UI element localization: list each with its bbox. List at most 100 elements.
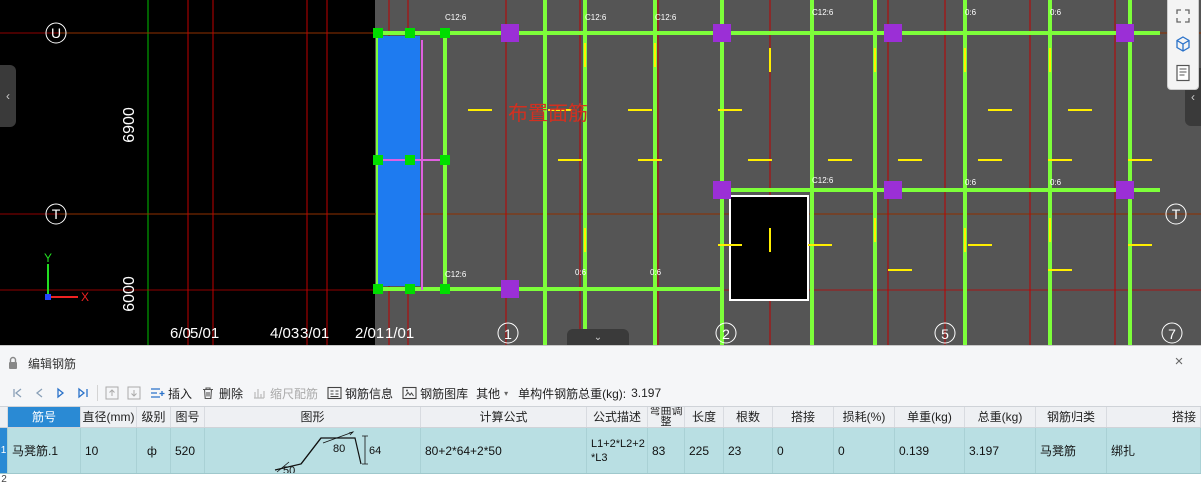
rebar-tag: 0:6 <box>575 268 587 277</box>
column-header[interactable]: 图形 <box>205 407 421 427</box>
column-header[interactable]: 搭接 <box>1107 407 1201 427</box>
rebar-info-button[interactable]: 钢筋信息 <box>322 382 397 404</box>
bottom-label: 5/01 <box>190 325 219 342</box>
properties-button[interactable] <box>1172 62 1194 84</box>
prev-record-button[interactable] <box>28 382 50 404</box>
move-down-button[interactable] <box>123 382 145 404</box>
lap-type-cell[interactable]: 绑扎 <box>1107 428 1201 473</box>
rebar-tag: 0:6 <box>1050 178 1062 187</box>
table-row[interactable]: 1 马凳筋.1 10 ф 520 80 64 50 80+2*64+2*50 L… <box>0 428 1201 474</box>
diameter-cell[interactable]: 10 <box>81 428 137 473</box>
rebar-tag: C12:6 <box>812 8 834 17</box>
column-header[interactable]: 计算公式 <box>421 407 587 427</box>
lock-icon[interactable] <box>6 356 20 370</box>
collapse-bottom-handle[interactable]: ⌄ <box>567 329 629 345</box>
count-cell[interactable]: 23 <box>724 428 773 473</box>
rebar-tag: C12:6 <box>655 13 677 22</box>
loss-cell[interactable]: 0 <box>834 428 895 473</box>
other-label: 其他 <box>476 386 501 401</box>
lap-cell[interactable]: 0 <box>773 428 834 473</box>
formula-cell[interactable]: 80+2*64+2*50 <box>421 428 587 473</box>
drawing-canvas[interactable]: C12:6 C12:6 C12:6 C12:6 C12:6 C12:6 0:6 0:6 0:6 0… <box>0 0 1201 345</box>
insert-label: 插入 <box>168 386 193 401</box>
ucs-origin <box>45 294 51 300</box>
column <box>1116 24 1134 42</box>
column-header[interactable]: 图号 <box>171 407 205 427</box>
node <box>440 155 450 165</box>
chevron-down-icon: ▾ <box>504 388 509 398</box>
bottom-label: 4/03 <box>270 325 299 342</box>
node <box>373 284 383 294</box>
rebar-tag: C12:6 <box>585 13 607 22</box>
column-header[interactable]: 搭接 <box>773 407 834 427</box>
shape-number-cell[interactable]: 520 <box>171 428 205 473</box>
node <box>440 284 450 294</box>
shape-cell[interactable]: 80 64 50 <box>205 428 421 473</box>
column <box>713 181 731 199</box>
formula-desc-cell[interactable]: L1+2*L2+2 *L3 <box>587 428 648 473</box>
edit-rebar-panel: 编辑钢筋 × 插入 删除 缩尺配筋 钢筋信息 钢筋图库 其他 ▾ 单构件钢筋总重… <box>0 345 1201 484</box>
node <box>440 28 450 38</box>
move-up-button[interactable] <box>101 382 123 404</box>
dimension-text: 6900 <box>121 107 138 143</box>
axis-label: U <box>51 25 61 41</box>
close-panel-button[interactable]: × <box>1171 354 1187 370</box>
fit-view-button[interactable] <box>1172 5 1194 27</box>
delete-button[interactable]: 删除 <box>196 382 247 404</box>
dimension-text: 6000 <box>121 276 138 312</box>
axis-label: 1 <box>504 326 512 342</box>
column-header[interactable]: 钢筋归类 <box>1036 407 1107 427</box>
column-header[interactable]: 单重(kg) <box>895 407 965 427</box>
column-header[interactable]: 长度 <box>685 407 724 427</box>
column-header[interactable]: 根数 <box>724 407 773 427</box>
column-header[interactable]: 弯曲调整 <box>648 407 685 427</box>
column-header[interactable]: 级别 <box>137 407 171 427</box>
rebar-library-button[interactable]: 钢筋图库 <box>397 382 472 404</box>
first-record-button[interactable] <box>6 382 28 404</box>
total-weight-value: 3.197 <box>631 386 662 400</box>
grade-cell[interactable]: ф <box>137 428 171 473</box>
formula-desc-line: L1+2*L2+2 <box>591 437 645 450</box>
insert-button[interactable]: 插入 <box>145 382 196 404</box>
chevron-left-icon: ‹ <box>6 89 10 103</box>
rebar-tag: C12:6 <box>445 13 467 22</box>
rebar-library-label: 钢筋图库 <box>420 386 469 401</box>
category-cell[interactable]: 马凳筋 <box>1036 428 1107 473</box>
axis-label: T <box>1172 206 1181 222</box>
other-dropdown[interactable]: 其他 ▾ <box>472 382 512 404</box>
column-header[interactable]: 直径(mm) <box>81 407 137 427</box>
table-row[interactable]: 2 <box>0 474 1201 484</box>
bend-adjust-cell[interactable]: 83 <box>648 428 685 473</box>
bottom-label: 1/01 <box>385 325 414 342</box>
bar-number-cell[interactable]: 马凳筋.1 <box>8 428 81 473</box>
column-header[interactable]: 公式描述 <box>587 407 648 427</box>
ucs-x-label: X <box>81 290 89 304</box>
column-header[interactable]: 筋号 <box>8 407 81 427</box>
3d-view-button[interactable] <box>1172 33 1194 55</box>
column-header[interactable]: 总重(kg) <box>965 407 1036 427</box>
next-icon <box>57 387 65 399</box>
cad-viewport[interactable]: C12:6 C12:6 C12:6 C12:6 C12:6 C12:6 0:6 0:6 0:6 0… <box>0 0 1201 345</box>
total-weight-cell[interactable]: 3.197 <box>965 428 1036 473</box>
panel-title: 编辑钢筋 <box>28 356 77 371</box>
length-cell[interactable]: 225 <box>685 428 724 473</box>
delete-label: 删除 <box>219 386 244 401</box>
node <box>373 155 383 165</box>
column <box>501 280 519 298</box>
column-header[interactable]: 损耗(%) <box>834 407 895 427</box>
move-up-icon <box>105 386 119 400</box>
last-record-button[interactable] <box>72 382 94 404</box>
scale-rebar-button[interactable]: 缩尺配筋 <box>247 382 322 404</box>
row-number[interactable]: 2 <box>0 474 8 484</box>
row-number[interactable]: 1 <box>0 428 8 473</box>
total-weight-label: 单构件钢筋总重(kg): <box>518 386 627 401</box>
properties-icon <box>1176 64 1190 81</box>
next-record-button[interactable] <box>50 382 72 404</box>
shape-height-dim: 64 <box>369 445 381 457</box>
unit-weight-cell[interactable]: 0.139 <box>895 428 965 473</box>
chevron-right-icon: ‹ <box>1191 90 1195 104</box>
move-down-icon <box>127 386 141 400</box>
header-corner <box>0 407 8 427</box>
collapse-left-handle[interactable]: ‹ <box>0 65 16 127</box>
bottom-label: 6/0 <box>170 325 191 342</box>
